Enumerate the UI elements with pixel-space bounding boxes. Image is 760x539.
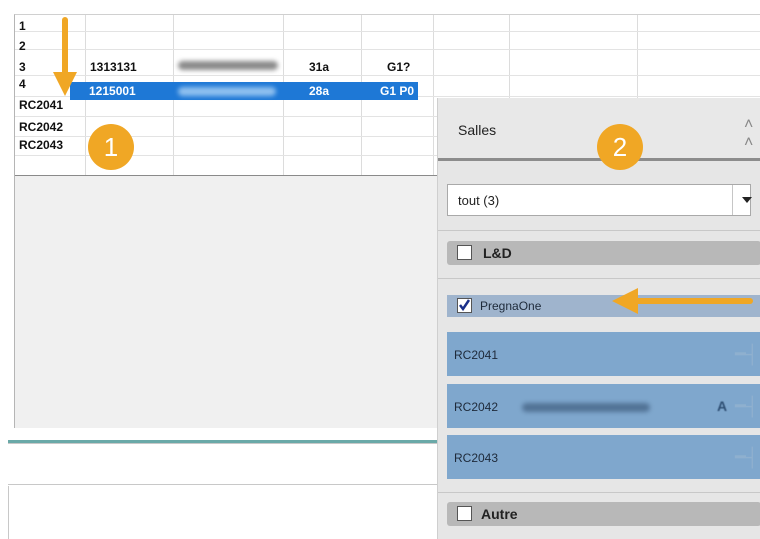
row-label-rc2042[interactable]: RC2042 (19, 120, 63, 134)
group-label-pregnaone: PregnaOne (480, 299, 542, 313)
room-occupant-redacted (522, 403, 650, 412)
chevron-down-icon[interactable] (742, 197, 752, 203)
group-label-autre: Autre (481, 506, 518, 522)
room-card-rc2042[interactable]: RC2042 A ━┤ (447, 384, 760, 428)
pin-icon[interactable]: ━┤ (735, 447, 759, 468)
row3-id-cell[interactable]: 1313131 (90, 60, 137, 74)
pin-icon[interactable]: ━┤ (735, 344, 759, 365)
checkmark-icon (459, 299, 471, 312)
row-label-rc2043[interactable]: RC2043 (19, 138, 63, 152)
selected-age-cell[interactable]: 28a (309, 84, 329, 98)
ld-checkbox[interactable] (457, 245, 472, 260)
row3-name-cell-redacted[interactable] (178, 61, 278, 70)
row3-age-cell[interactable]: 31a (309, 60, 329, 74)
group-header-ld[interactable]: L&D (447, 241, 760, 265)
group-header-autre[interactable]: Autre (447, 502, 760, 526)
selected-name-cell-redacted[interactable] (178, 87, 276, 96)
rooms-panel: Salles ˄ ˄ tout (3) L&D PregnaOne RC2041 … (437, 98, 760, 539)
row3-status-cell[interactable]: G1? (387, 60, 410, 74)
room-name-rc2042: RC2042 (454, 400, 499, 414)
room-card-rc2041[interactable]: RC2041 ━┤ (447, 332, 760, 376)
selected-status-cell[interactable]: G1 P0 (380, 84, 414, 98)
row-label-4[interactable]: 4 (19, 77, 26, 91)
room-status-rc2042: A (717, 398, 728, 414)
collapse-up-icon[interactable]: ˄ ˄ (744, 116, 753, 152)
selected-id-cell[interactable]: 1215001 (89, 84, 136, 98)
room-filter-select[interactable]: tout (3) (447, 184, 752, 216)
arrow-down-icon (53, 17, 77, 96)
row-label-1[interactable]: 1 (19, 19, 26, 33)
room-name-rc2043: RC2043 (454, 451, 499, 465)
row-label-rc2041[interactable]: RC2041 (19, 98, 63, 112)
bottom-panel (8, 443, 438, 485)
row-label-3[interactable]: 3 (19, 60, 26, 74)
autre-checkbox[interactable] (457, 506, 472, 521)
bottom-border (8, 486, 9, 539)
pin-icon[interactable]: ━┤ (735, 396, 759, 417)
pregnaone-checkbox[interactable] (457, 298, 472, 313)
room-card-rc2043[interactable]: RC2043 ━┤ (447, 435, 760, 479)
row-label-2[interactable]: 2 (19, 39, 26, 53)
group-label-ld: L&D (483, 245, 512, 261)
room-filter-value: tout (3) (458, 193, 500, 208)
rooms-panel-title: Salles (458, 122, 497, 138)
step-badge-1: 1 (88, 124, 134, 170)
step-badge-2: 2 (597, 124, 643, 170)
room-name-rc2041: RC2041 (454, 348, 499, 362)
arrow-left-icon (612, 288, 753, 314)
